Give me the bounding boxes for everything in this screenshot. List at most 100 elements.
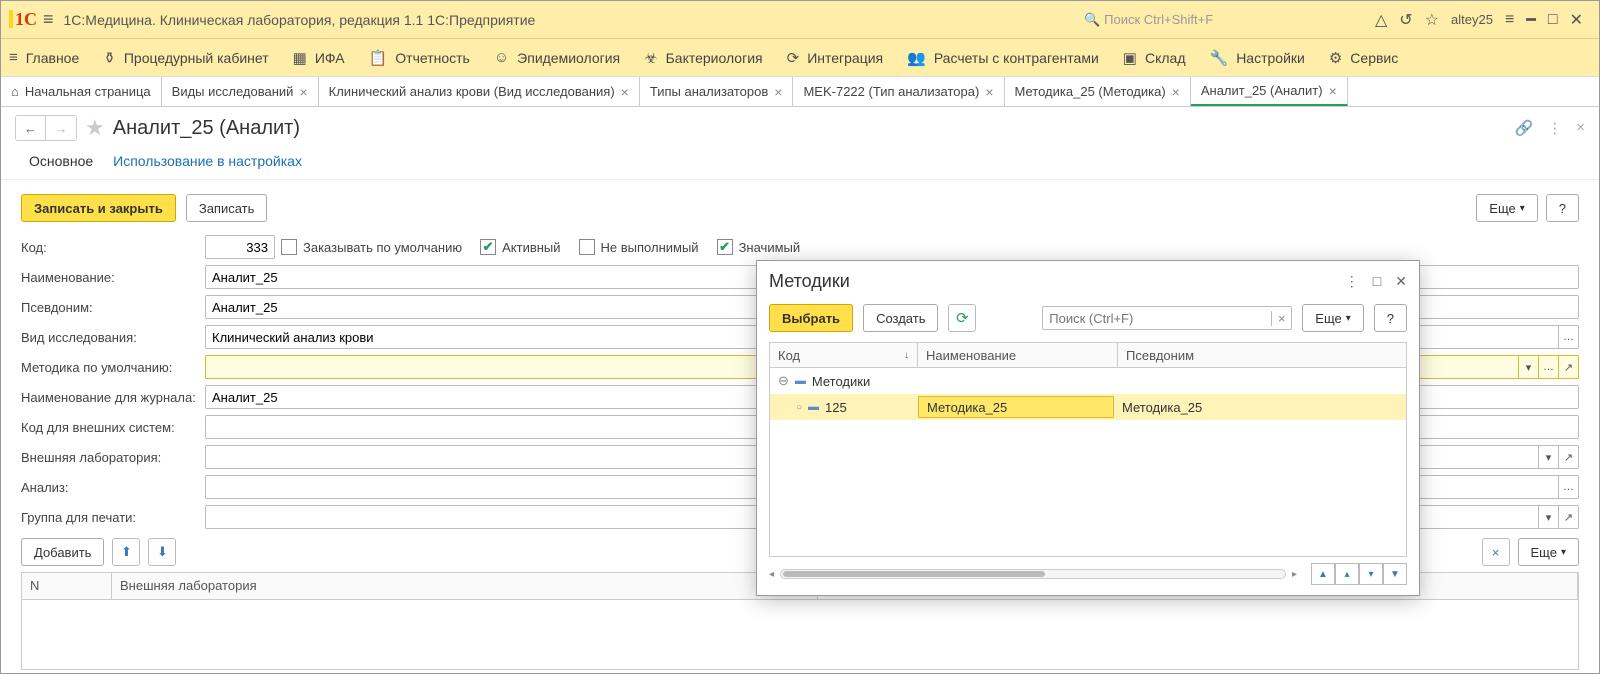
code-field[interactable]	[205, 235, 275, 259]
th-lab[interactable]: Внешняя лаборатория	[112, 573, 818, 599]
star-icon[interactable]: ☆	[1425, 10, 1439, 30]
maximize-icon[interactable]: □	[1373, 273, 1381, 290]
gh-name[interactable]: Наименование	[918, 343, 1118, 367]
checkbox-significant[interactable]	[717, 239, 733, 255]
page-header: ← → ★ Аналит_25 (Аналит) 🔗 ⋮ ×	[1, 107, 1599, 149]
add-button[interactable]: Добавить	[21, 538, 104, 566]
checkbox-active[interactable]	[480, 239, 496, 255]
menu-bacteriology[interactable]: ☣Бактериология	[644, 49, 762, 67]
subnav-main[interactable]: Основное	[29, 153, 93, 169]
move-down-button[interactable]: ⬇	[148, 538, 176, 566]
subnav-usage[interactable]: Использование в настройках	[113, 153, 302, 169]
open-button[interactable]: ↗	[1559, 505, 1579, 529]
first-button[interactable]: ▲	[1311, 563, 1335, 585]
kebab-icon[interactable]: ⋮	[1547, 119, 1562, 137]
clear-icon[interactable]: ×	[1271, 311, 1291, 326]
global-search-input[interactable]: 🔍 Поиск Ctrl+Shift+F	[1077, 8, 1367, 32]
scroll-right-icon[interactable]: ▸	[1292, 569, 1297, 580]
grid-body[interactable]: ⊖▬Методики ○▬125 Методика_25 Методика_25	[769, 368, 1407, 557]
link-icon[interactable]: 🔗	[1515, 119, 1534, 137]
tab-mek7222[interactable]: MEK-7222 (Тип анализатора)×	[793, 77, 1004, 106]
tab-research-types[interactable]: Виды исследований×	[162, 77, 319, 106]
tab-analyzer-types[interactable]: Типы анализаторов×	[640, 77, 794, 106]
menu-integration[interactable]: ⟳Интеграция	[787, 49, 884, 67]
tab-home[interactable]: ⌂Начальная страница	[1, 77, 162, 106]
next-button[interactable]: ▾	[1359, 563, 1383, 585]
back-button[interactable]: ←	[16, 116, 46, 140]
prev-button[interactable]: ▴	[1335, 563, 1359, 585]
tab-method25[interactable]: Методика_25 (Методика)×	[1005, 77, 1191, 106]
close-icon[interactable]: ×	[299, 84, 307, 100]
user-label[interactable]: altey25	[1451, 12, 1493, 27]
more-button[interactable]: Еще ▾	[1302, 304, 1363, 332]
menu-epidemiology[interactable]: ☺Эпидемиология	[494, 49, 620, 66]
maximize-icon[interactable]: □	[1548, 11, 1558, 29]
kebab-icon[interactable]: ⋮	[1345, 273, 1359, 290]
table-body[interactable]	[21, 600, 1579, 670]
menu-payments[interactable]: 👥Расчеты с контрагентами	[907, 49, 1099, 67]
open-button[interactable]: ↗	[1559, 355, 1579, 379]
forward-button[interactable]: →	[46, 116, 76, 140]
move-up-button[interactable]: ⬆	[112, 538, 140, 566]
tab-blood-analysis[interactable]: Клинический анализ крови (Вид исследован…	[319, 77, 640, 106]
app-title: 1С:Медицина. Клиническая лаборатория, ре…	[64, 12, 1077, 28]
checkbox-order-default[interactable]	[281, 239, 297, 255]
collapse-icon[interactable]: ⊖	[778, 373, 789, 389]
last-button[interactable]: ▼	[1383, 563, 1407, 585]
select-button[interactable]: …	[1559, 475, 1579, 499]
popup-search-input[interactable]: ×	[1042, 306, 1292, 330]
select-button[interactable]: …	[1539, 355, 1559, 379]
favorite-star-icon[interactable]: ★	[85, 115, 105, 141]
gh-code[interactable]: Код↓	[770, 343, 918, 367]
refresh-button[interactable]: ⟳	[948, 304, 976, 332]
filter-icon[interactable]: ≡	[1505, 11, 1514, 29]
label-alias: Псевдоним:	[21, 300, 199, 315]
grid-root-row[interactable]: ⊖▬Методики	[770, 368, 1406, 394]
menu-main[interactable]: ≡Главное	[9, 49, 79, 66]
close-icon[interactable]: ×	[1329, 83, 1337, 99]
scroll-left-icon[interactable]: ◂	[769, 569, 774, 580]
dropdown-button[interactable]: ▾	[1539, 445, 1559, 469]
help-button[interactable]: ?	[1546, 194, 1579, 222]
close-icon[interactable]: ×	[621, 84, 629, 100]
radio-icon[interactable]: ○	[796, 402, 802, 413]
folder-icon: ▬	[795, 375, 806, 387]
bell-icon[interactable]: △	[1375, 10, 1387, 30]
create-button[interactable]: Создать	[863, 304, 938, 332]
more-button[interactable]: Еще ▾	[1518, 538, 1579, 566]
tab-analyte25[interactable]: Аналит_25 (Аналит)×	[1191, 77, 1348, 106]
help-button[interactable]: ?	[1374, 304, 1407, 332]
menu-service[interactable]: ⚙Сервис	[1329, 49, 1398, 67]
menu-ifa[interactable]: ▦ИФА	[293, 49, 345, 67]
select-button[interactable]: …	[1559, 325, 1579, 349]
scrollbar[interactable]	[780, 569, 1286, 579]
checkbox-not-executable[interactable]	[579, 239, 595, 255]
grid-cell-name[interactable]: Методика_25	[918, 396, 1114, 418]
menu-settings[interactable]: 🔧Настройки	[1210, 49, 1305, 67]
menu-warehouse[interactable]: ▣Склад	[1123, 49, 1186, 67]
dropdown-button[interactable]: ▾	[1539, 505, 1559, 529]
dropdown-button[interactable]: ▾	[1519, 355, 1539, 379]
close-icon[interactable]: ✕	[1570, 10, 1583, 30]
close-icon[interactable]: ×	[1172, 84, 1180, 100]
save-button[interactable]: Записать	[186, 194, 268, 222]
toolbar: Записать и закрыть Записать Еще ▾ ?	[1, 180, 1599, 232]
select-button[interactable]: Выбрать	[769, 304, 853, 332]
minimize-icon[interactable]: ━	[1526, 10, 1536, 30]
subnav: Основное Использование в настройках	[1, 149, 1599, 180]
close-icon[interactable]: ✕	[1395, 273, 1407, 290]
history-icon[interactable]: ↺	[1399, 10, 1412, 30]
hamburger-icon[interactable]: ≡	[43, 9, 54, 30]
more-button[interactable]: Еще ▾	[1476, 194, 1537, 222]
menu-procedure[interactable]: ⚱Процедурный кабинет	[103, 49, 268, 67]
open-button[interactable]: ↗	[1559, 445, 1579, 469]
close-icon[interactable]: ×	[774, 84, 782, 100]
close-page-icon[interactable]: ×	[1576, 119, 1585, 137]
save-close-button[interactable]: Записать и закрыть	[21, 194, 176, 222]
menu-reports[interactable]: 📋Отчетность	[369, 49, 470, 67]
clear-button[interactable]: ×	[1482, 538, 1510, 566]
gh-alias[interactable]: Псевдоним	[1118, 343, 1406, 367]
close-icon[interactable]: ×	[985, 84, 993, 100]
th-n[interactable]: N	[22, 573, 112, 599]
grid-row[interactable]: ○▬125 Методика_25 Методика_25	[770, 394, 1406, 420]
